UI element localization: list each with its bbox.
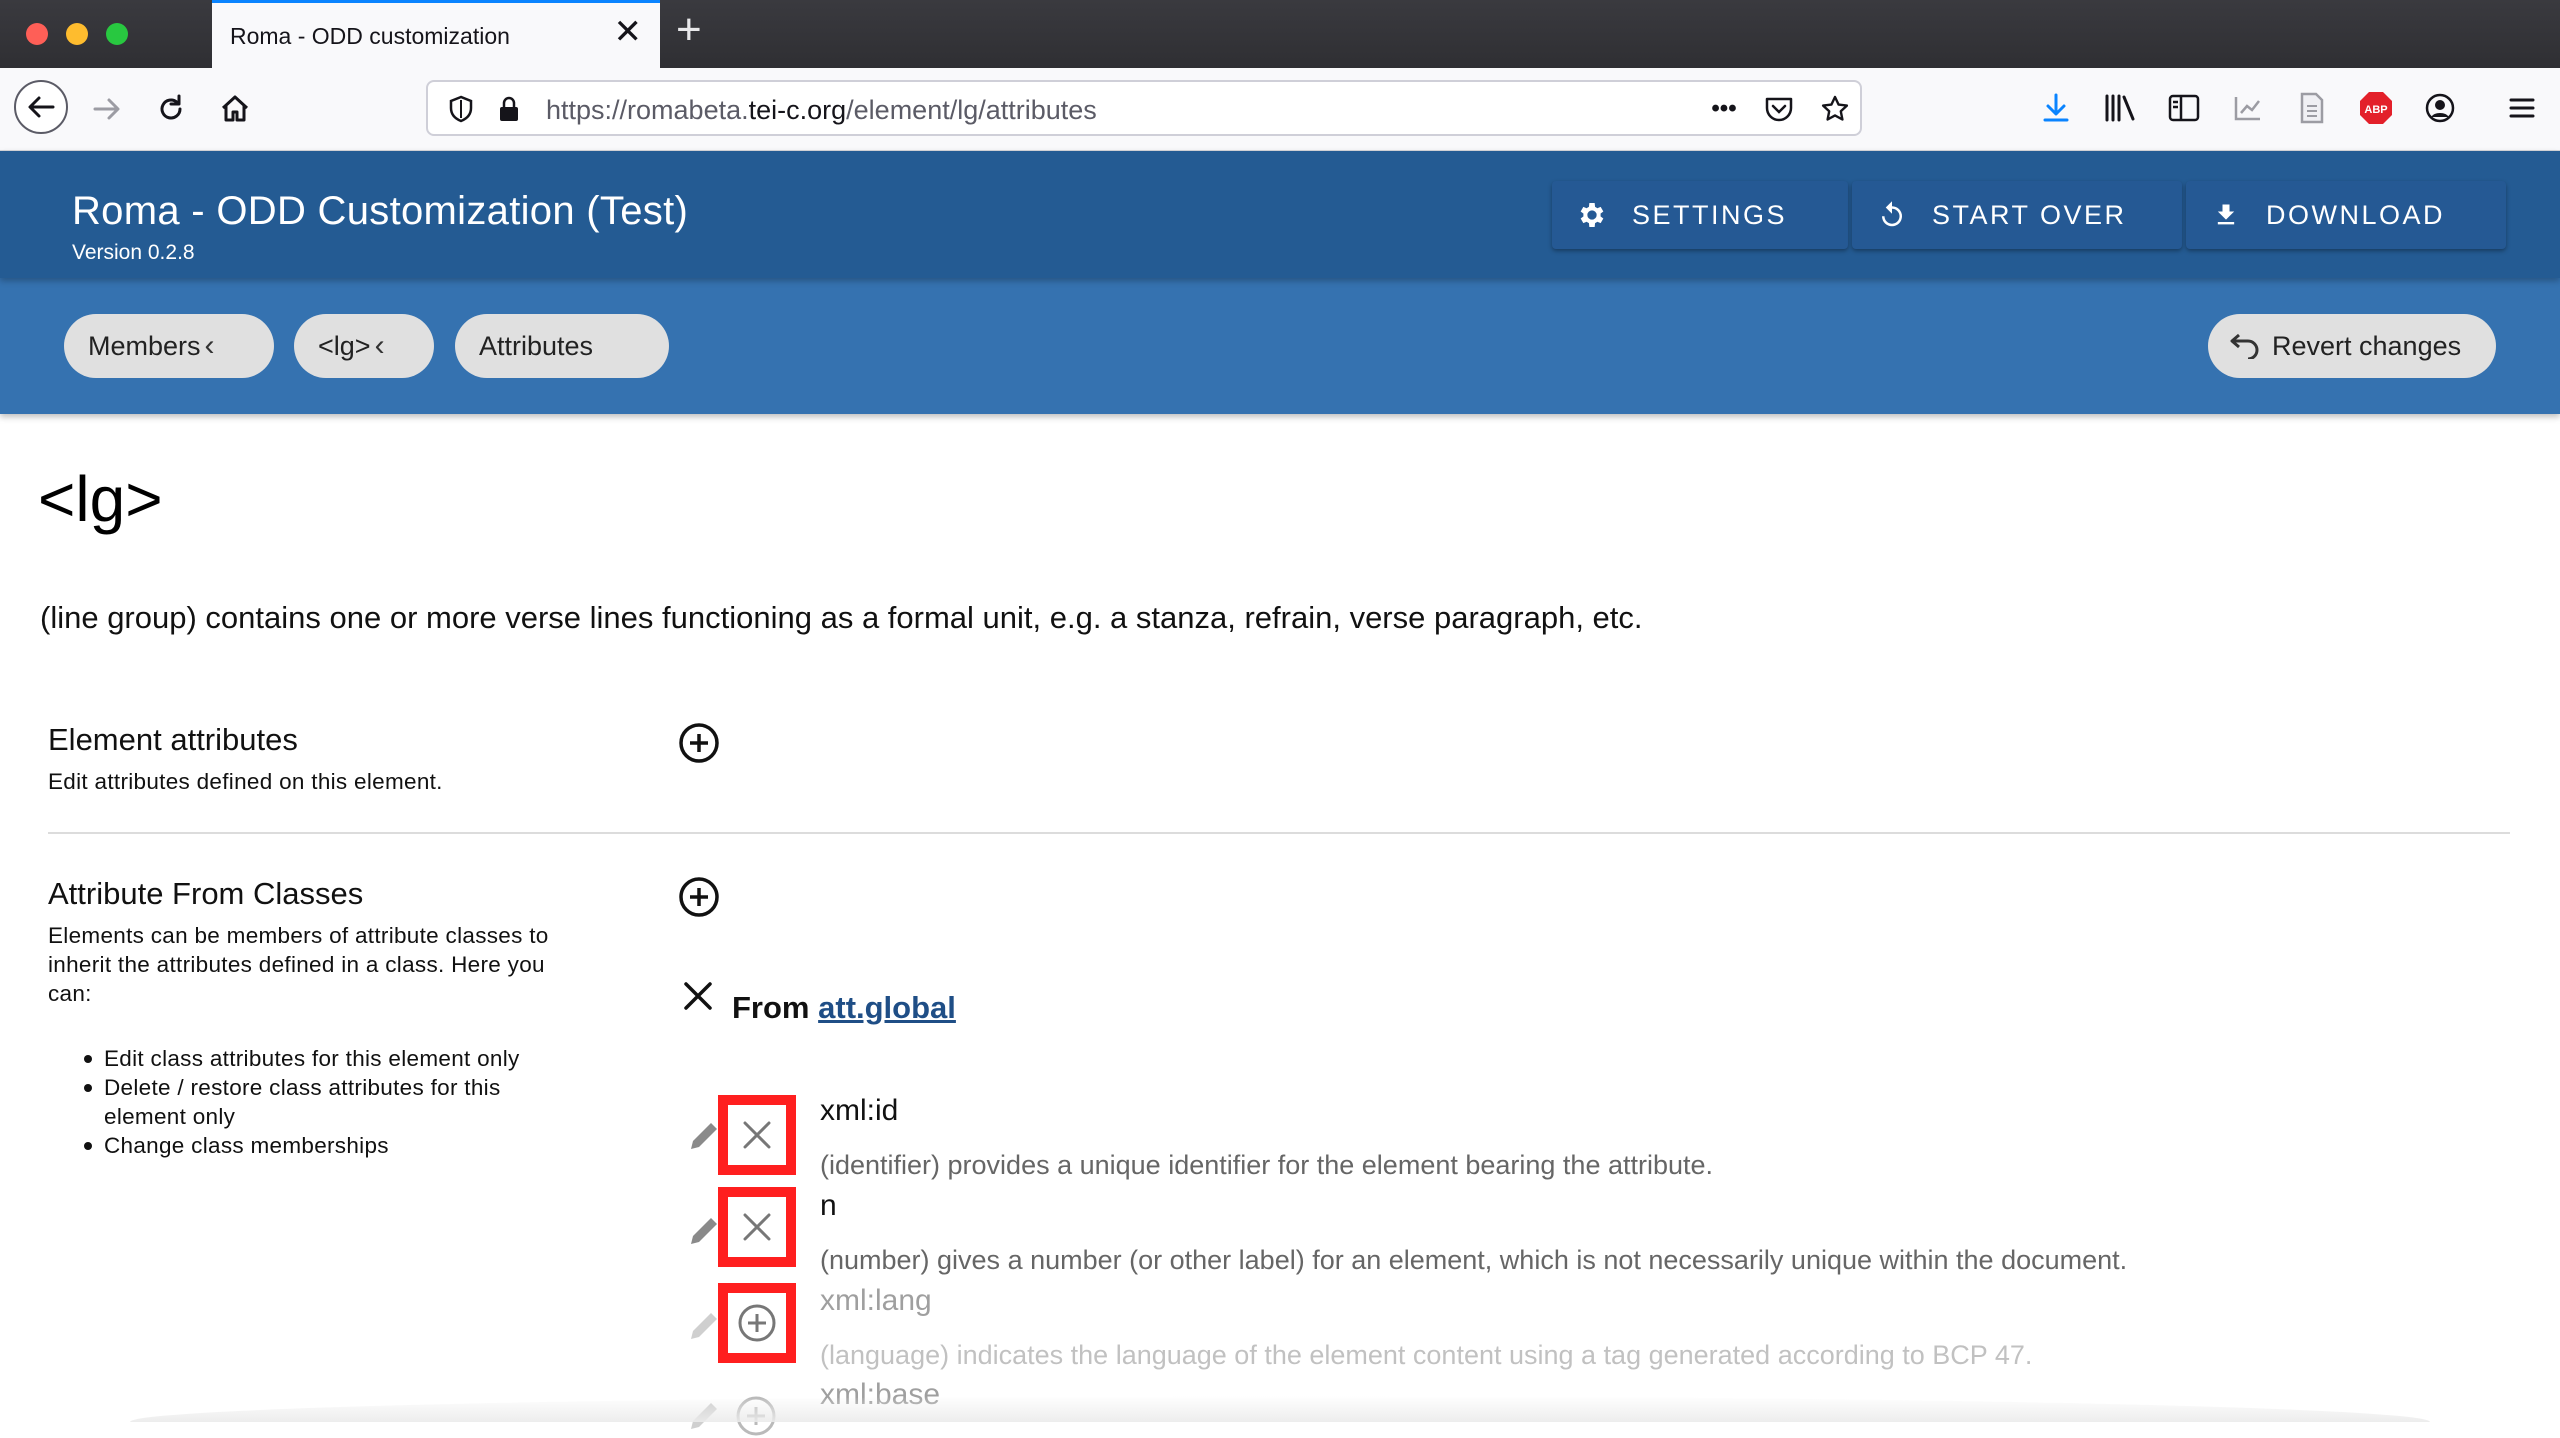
new-tab-icon[interactable]: + [676,8,702,52]
browser-tab-strip: Roma - ODD customization ✕ + [0,0,2560,68]
element-attributes-subtitle: Edit attributes defined on this element. [48,769,443,794]
attribute-name: n [820,1189,837,1222]
breadcrumb-lg-label: <lg> [318,330,371,361]
app-header: Roma - ODD Customization (Test) Version … [0,151,2560,278]
home-icon [221,95,249,122]
delete-x-icon[interactable] [737,1207,777,1247]
download-label: DOWNLOAD [2266,199,2446,230]
url-prefix: https://romabeta. [546,95,749,125]
browser-toolbar: https://romabeta.tei-c.org/element/lg/at… [0,68,2560,151]
attribute-from-classes-title: Attribute From Classes [48,876,364,911]
extension-chart-icon[interactable] [2226,86,2270,130]
tracking-shield-icon[interactable] [444,92,478,126]
home-button[interactable] [210,84,260,134]
reload-button[interactable] [146,84,196,134]
attribute-name: xml:lang [820,1284,932,1317]
account-icon[interactable] [2418,86,2462,130]
forward-button[interactable] [82,84,132,134]
download-icon [2186,201,2266,229]
edit-pencil-icon[interactable] [686,1118,722,1154]
address-bar[interactable]: https://romabeta.tei-c.org/element/lg/at… [426,80,1862,136]
capabilities-list: Edit class attributes for this element o… [84,1044,624,1160]
app-title: Roma - ODD Customization (Test) [72,189,689,233]
sidebar-icon[interactable] [2162,86,2206,130]
revert-changes-label: Revert changes [2272,330,2462,361]
element-attributes-title: Element attributes [48,722,298,757]
breadcrumb-attributes[interactable]: Attributes [455,314,669,378]
attribute-description: (number) gives a number (or other label)… [820,1245,2128,1275]
settings-button[interactable]: SETTINGS [1552,181,1848,249]
from-label: From [732,990,810,1025]
pocket-icon[interactable] [1762,92,1796,126]
settings-label: SETTINGS [1632,199,1788,230]
remove-class-icon[interactable] [680,978,716,1014]
lock-icon[interactable] [492,92,526,126]
library-icon[interactable] [2098,86,2142,130]
attribute-from-classes-line-2: inherit the attributes defined in a clas… [48,952,545,977]
highlight-box [718,1187,796,1267]
attribute-description: (identifier) provides a unique identifie… [820,1150,1714,1180]
tab-title: Roma - ODD customization [230,23,510,49]
list-item: Change class memberships [84,1131,624,1160]
bottom-shadow [130,1396,2430,1422]
list-item: Edit class attributes for this element o… [84,1044,624,1073]
restart-icon [1852,200,1932,230]
menu-icon[interactable] [2500,86,2544,130]
delete-x-icon[interactable] [737,1115,777,1155]
highlight-box [718,1095,796,1175]
list-item: Delete / restore class attributes for th… [84,1073,624,1102]
window-zoom-button[interactable] [106,23,128,45]
url-host: tei-c.org [748,95,847,125]
attribute-from-classes-line-1: Elements can be members of attribute cla… [48,923,549,948]
list-item-continuation: element only [104,1104,236,1129]
window-minimize-button[interactable] [66,23,88,45]
breadcrumb-lg[interactable]: <lg> ‹ [294,314,434,378]
tab-close-icon[interactable]: ✕ [614,15,643,49]
section-divider [48,832,2510,834]
element-description: (line group) contains one or more verse … [40,600,1643,635]
undo-icon [2230,333,2259,359]
page-actions-icon[interactable]: ••• [1704,92,1744,126]
breadcrumb-members-label: Members [88,330,201,361]
edit-pencil-icon[interactable] [686,1213,722,1249]
app-version: Version 0.2.8 [72,241,195,264]
adblock-icon[interactable]: ABP [2354,86,2398,130]
chevron-left-icon: ‹ [374,329,385,362]
breadcrumb-members[interactable]: Members ‹ [64,314,274,378]
edit-pencil-icon[interactable] [686,1308,722,1344]
gear-icon [1552,199,1632,231]
url-path: /element/lg/attributes [846,95,1097,125]
back-button[interactable] [14,80,68,134]
bookmark-star-icon[interactable] [1818,92,1852,126]
reader-document-icon[interactable] [2290,86,2334,130]
arrow-right-icon [93,98,120,120]
browser-tab[interactable]: Roma - ODD customization ✕ [212,0,660,68]
url-text[interactable]: https://romabeta.tei-c.org/element/lg/at… [546,95,1097,126]
breadcrumb-bar: Members ‹ <lg> ‹ Attributes Revert chang… [0,278,2560,414]
attribute-name: xml:id [820,1094,899,1127]
restore-plus-icon[interactable] [736,1302,778,1344]
breadcrumb-attributes-label: Attributes [479,330,594,361]
revert-changes-button[interactable]: Revert changes [2208,314,2496,378]
attribute-description: (language) indicates the language of the… [820,1340,2033,1370]
attribute-from-classes-line-3: can: [48,981,92,1006]
chevron-left-icon: ‹ [204,329,215,362]
start-over-label: START OVER [1932,199,2127,230]
add-element-attribute-icon[interactable] [678,722,720,764]
reload-icon [160,94,182,120]
arrow-left-icon [28,96,55,118]
svg-text:ABP: ABP [2364,104,2387,116]
class-link[interactable]: att.global [818,990,956,1025]
downloads-icon[interactable] [2034,86,2078,130]
page-title: <lg> [38,463,163,535]
window-close-button[interactable] [26,23,48,45]
add-class-membership-icon[interactable] [678,876,720,918]
download-button[interactable]: DOWNLOAD [2186,181,2506,249]
highlight-box [718,1283,796,1363]
class-group-heading: From att.global [732,990,956,1026]
start-over-button[interactable]: START OVER [1852,181,2182,249]
